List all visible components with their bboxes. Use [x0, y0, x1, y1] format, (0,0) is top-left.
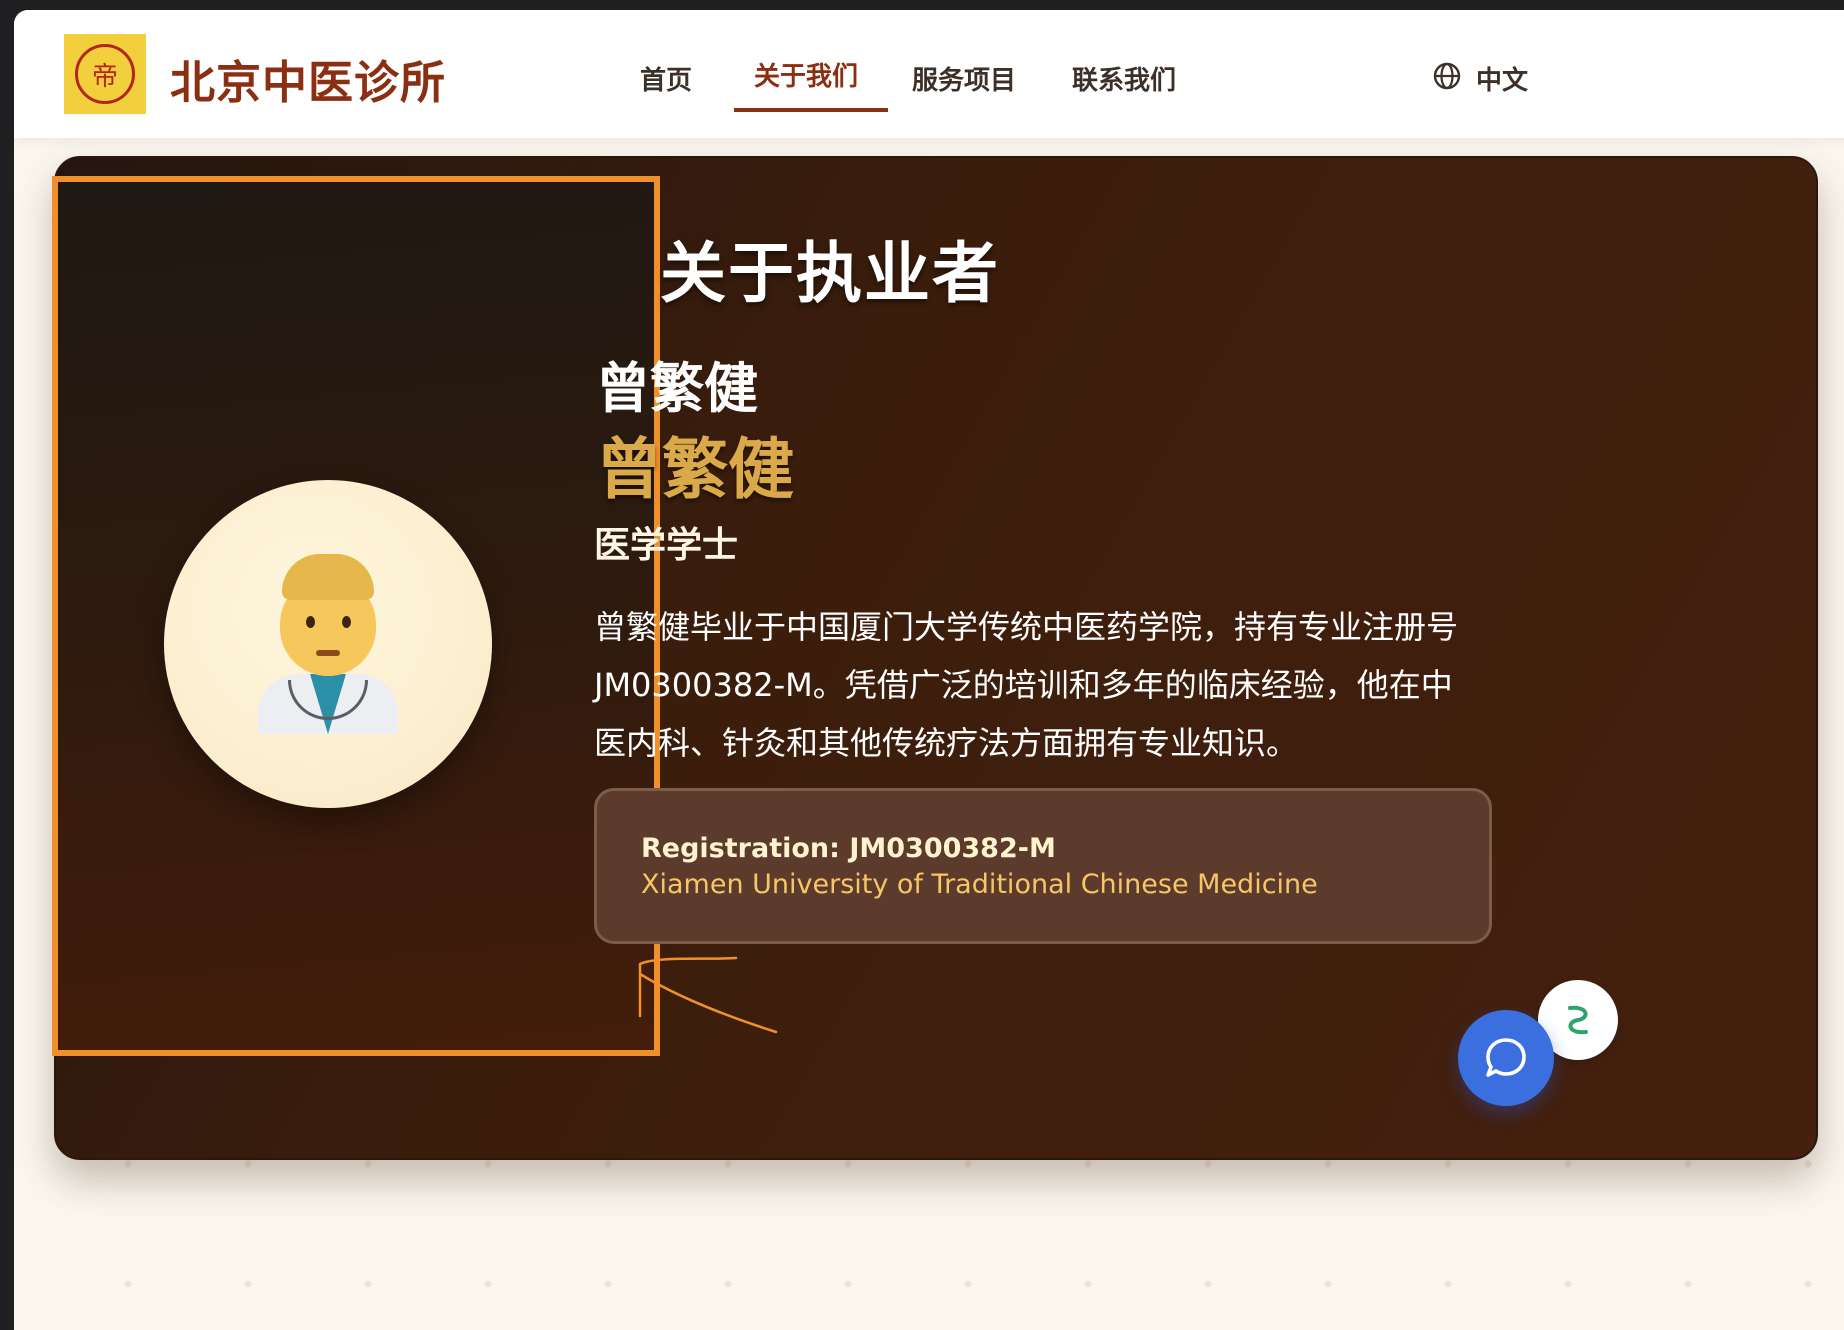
site-header: 帝 北京中医诊所 首页 关于我们 服务项目 联系我们 中文	[14, 10, 1844, 138]
nav-services[interactable]: 服务项目	[912, 60, 1016, 97]
language-label: 中文	[1476, 65, 1529, 96]
browser-viewport: 帝 北京中医诊所 首页 关于我们 服务项目 联系我们 中文 关于执业者 曾繁健 …	[14, 10, 1844, 1330]
practitioner-bio: 曾繁健毕业于中国厦门大学传统中医药学院，持有专业注册号JM0300382-M。凭…	[594, 608, 1459, 762]
practitioner-name-highlight: 曾繁健	[596, 431, 794, 508]
nav-contact[interactable]: 联系我们	[1072, 60, 1176, 97]
practitioner-avatar	[164, 480, 492, 808]
section-title: 关于执业者	[660, 235, 1000, 312]
practitioner-degree: 医学学士	[594, 525, 739, 566]
logo-mark: 帝	[91, 61, 118, 92]
site-title[interactable]: 北京中医诊所	[170, 46, 446, 111]
nav-home[interactable]: 首页	[640, 60, 692, 97]
registration-card: Registration: JM0300382-M Xiamen Univers…	[594, 788, 1492, 944]
nav-active-indicator	[734, 108, 888, 112]
logo-emblem-icon: 帝	[75, 44, 135, 104]
globe-icon	[1432, 61, 1462, 95]
registration-number: Registration: JM0300382-M	[641, 833, 1056, 864]
language-switcher[interactable]: 中文	[1432, 60, 1528, 96]
pen-annotation	[638, 956, 778, 1034]
nav-about[interactable]: 关于我们	[754, 56, 858, 93]
site-logo[interactable]: 帝	[64, 34, 146, 114]
institution-name: Xiamen University of Traditional Chinese…	[641, 869, 1318, 900]
chat-button[interactable]	[1458, 1010, 1554, 1106]
chat-bubble-icon	[1486, 1038, 1526, 1077]
side-widget-icon	[1568, 1005, 1588, 1035]
practitioner-name: 曾繁健	[596, 357, 758, 420]
doctor-icon	[258, 554, 398, 734]
